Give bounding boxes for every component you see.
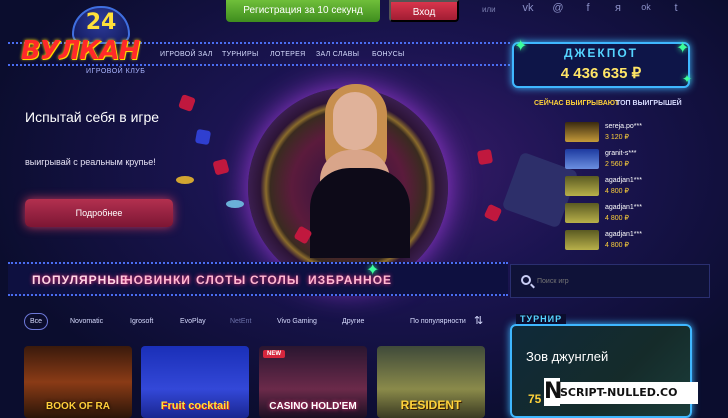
nav-item-bonuses[interactable]: БОНУСЫ	[372, 51, 405, 58]
game-thumbnail	[565, 230, 599, 250]
watermark-logo: N	[544, 378, 563, 406]
chip-image	[176, 176, 194, 184]
category-tables[interactable]: СТОЛЫ	[250, 273, 300, 287]
logo-word: ВУЛКАН	[20, 36, 141, 66]
filter-igrosoft[interactable]: Igrosoft	[130, 318, 153, 325]
filter-all[interactable]: Все	[24, 313, 48, 330]
game-thumbnail	[565, 176, 599, 196]
dice-image	[476, 148, 494, 166]
dice-image	[194, 128, 212, 146]
category-slots[interactable]: СЛОТЫ	[196, 273, 246, 287]
winner-row[interactable]: sereja.po*** 3 120 ₽	[565, 122, 655, 142]
winner-name: sereja.po***	[605, 123, 642, 130]
category-new[interactable]: НОВИНКИ	[124, 273, 191, 287]
new-badge: NEW	[263, 350, 285, 358]
winners-tabs: СЕЙЧАС ВЫИГРЫВАЮТ ТОП ВЫИГРЫШЕЙ	[534, 100, 704, 114]
star-icon: ✦	[676, 40, 690, 57]
dice-image	[212, 158, 230, 176]
dice-image	[483, 203, 503, 223]
hero-subtitle: выигрывай с реальным крупье!	[25, 157, 156, 167]
game-title: Fruit cocktail	[160, 400, 230, 412]
winner-name: granit-s***	[605, 150, 637, 157]
mail-icon[interactable]: @	[550, 2, 566, 14]
nav-item-lottery[interactable]: ЛОТЕРЕЯ	[270, 51, 305, 58]
dealer-dress	[310, 168, 410, 258]
winner-amount: 2 560 ₽	[605, 161, 629, 168]
dealer-face	[333, 92, 377, 150]
winner-name: agadjan1***	[605, 204, 642, 211]
tab-winning-now[interactable]: СЕЙЧАС ВЫИГРЫВАЮТ	[534, 100, 619, 107]
register-button[interactable]: Регистрация за 10 секунд	[226, 0, 380, 22]
game-thumbnail	[565, 203, 599, 223]
tournament-title: Зов джунглей	[526, 349, 609, 364]
tab-top-wins[interactable]: ТОП ВЫИГРЫШЕЙ	[616, 100, 682, 107]
nav-item-hall-of-fame[interactable]: ЗАЛ СЛАВЫ	[316, 51, 359, 58]
filter-evoplay[interactable]: EvoPlay	[180, 318, 206, 325]
dice-image	[178, 94, 196, 112]
game-card-fruit-cocktail[interactable]: Fruit cocktail	[141, 346, 249, 418]
search-icon[interactable]	[521, 275, 531, 285]
filter-novomatic[interactable]: Novomatic	[70, 318, 103, 325]
game-thumbnail	[565, 149, 599, 169]
jackpot-title: ДЖЕКПОТ	[563, 46, 638, 60]
filter-vivo-gaming[interactable]: Vivo Gaming	[277, 318, 317, 325]
winner-amount: 4 800 ₽	[605, 242, 629, 249]
jackpot-value: 4 436 635 ₽	[560, 65, 642, 82]
filter-other[interactable]: Другие	[342, 318, 364, 325]
game-title: RESIDENT	[400, 398, 462, 412]
login-button[interactable]: Вход	[389, 0, 459, 22]
twitter-icon[interactable]: t	[668, 2, 684, 14]
game-card-resident[interactable]: RESIDENT	[377, 346, 485, 418]
star-icon: ✦	[366, 262, 380, 279]
game-card-book-of-ra[interactable]: BOOK OF RA	[24, 346, 132, 418]
winner-amount: 4 800 ₽	[605, 215, 629, 222]
sort-icon[interactable]: ⇅	[474, 314, 483, 327]
winner-amount: 3 120 ₽	[605, 134, 629, 141]
jackpot-panel: ДЖЕКПОТ 4 436 635 ₽	[512, 42, 690, 88]
nav-item-tournaments[interactable]: ТУРНИРЫ	[222, 51, 258, 58]
winner-name: agadjan1***	[605, 231, 642, 238]
chip-image	[226, 200, 244, 208]
winner-row[interactable]: granit-s*** 2 560 ₽	[565, 149, 655, 169]
or-label: или	[482, 5, 496, 14]
more-details-button[interactable]: Подробнее	[25, 199, 173, 227]
category-bar: ПОПУЛЯРНЫЕ НОВИНКИ СЛОТЫ СТОЛЫ ИЗБРАННОЕ	[8, 262, 508, 296]
winner-row[interactable]: agadjan1*** 4 800 ₽	[565, 176, 655, 196]
tournament-label: ТУРНИР	[516, 314, 567, 324]
casino-homepage: Регистрация за 10 секунд Вход или vk @ f…	[0, 0, 728, 418]
hero-title: Испытай себя в игре	[25, 109, 160, 125]
logo-subtitle: ИГРОВОЙ КЛУБ	[86, 68, 146, 75]
vk-icon[interactable]: vk	[520, 2, 536, 14]
search-input[interactable]	[537, 273, 697, 289]
watermark: SCRIPT-NULLED.CO	[548, 382, 698, 404]
game-title: CASINO HOLD'EM	[269, 401, 357, 412]
sort-dropdown[interactable]: По популярности	[410, 318, 466, 325]
nav-item-game-hall[interactable]: ИГРОВОЙ ЗАЛ	[160, 51, 213, 58]
winner-name: agadjan1***	[605, 177, 642, 184]
winner-row[interactable]: agadjan1*** 4 800 ₽	[565, 203, 655, 223]
game-title: BOOK OF RA	[46, 401, 110, 412]
filter-netent[interactable]: NetEnt	[230, 318, 251, 325]
category-favorites[interactable]: ИЗБРАННОЕ	[308, 273, 392, 287]
category-popular[interactable]: ПОПУЛЯРНЫЕ	[32, 273, 129, 287]
star-icon: ✦	[682, 72, 693, 86]
logo-number: 24	[85, 10, 117, 35]
facebook-icon[interactable]: f	[580, 2, 596, 14]
odnoklassniki-icon[interactable]: ok	[638, 2, 654, 12]
site-logo[interactable]: 24 ВУЛКАН ИГРОВОЙ КЛУБ	[14, 6, 146, 76]
game-card-casino-holdem[interactable]: NEW CASINO HOLD'EM	[259, 346, 367, 418]
yandex-icon[interactable]: я	[610, 2, 626, 14]
search-bar	[510, 264, 710, 298]
star-icon: ✦	[514, 38, 528, 55]
winner-row[interactable]: agadjan1*** 4 800 ₽	[565, 230, 655, 250]
winner-amount: 4 800 ₽	[605, 188, 629, 195]
game-thumbnail	[565, 122, 599, 142]
